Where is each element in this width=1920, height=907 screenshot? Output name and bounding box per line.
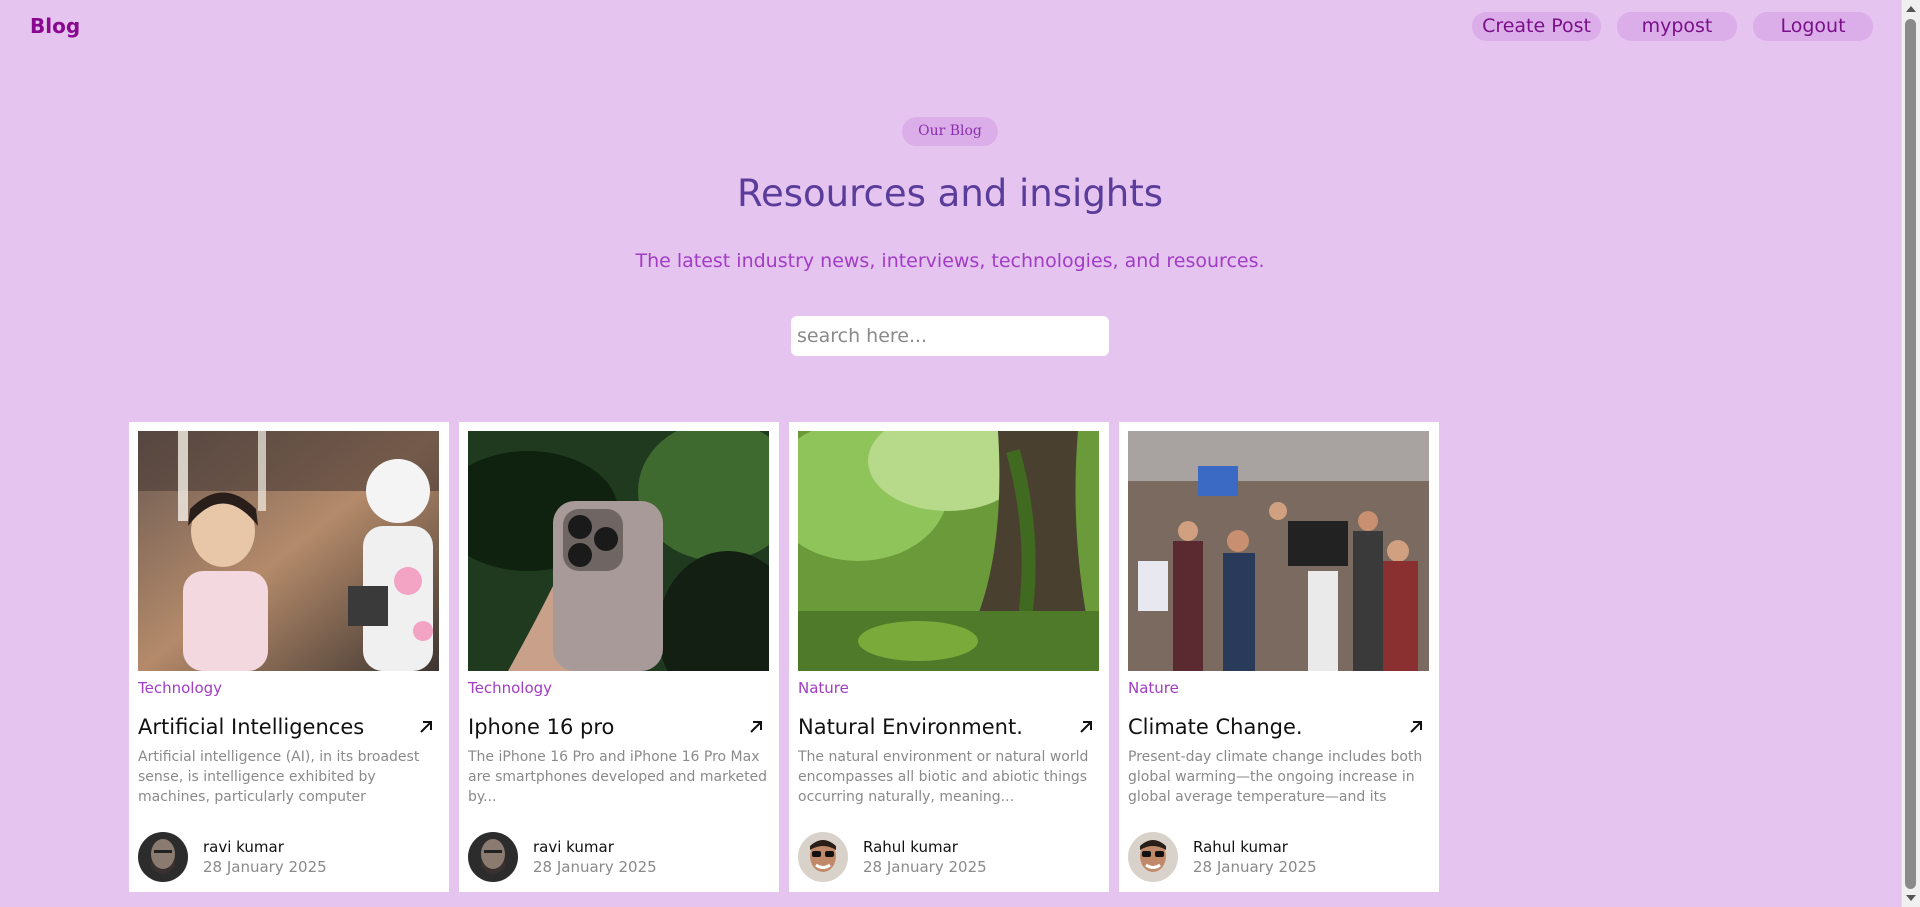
post-category[interactable]: Nature bbox=[1128, 679, 1430, 699]
forest-tree-photo[interactable] bbox=[798, 431, 1099, 671]
arrow-up-right-icon[interactable] bbox=[418, 719, 434, 735]
post-category[interactable]: Technology bbox=[468, 679, 770, 699]
mypost-button[interactable]: mypost bbox=[1617, 12, 1737, 41]
post-description: The natural environment or natural world… bbox=[798, 749, 1089, 805]
climate-protest-photo[interactable] bbox=[1128, 431, 1429, 671]
search-input[interactable] bbox=[791, 316, 1109, 356]
author-name: ravi kumar bbox=[533, 838, 614, 856]
vertical-scrollbar[interactable] bbox=[1901, 0, 1920, 907]
author-meta: ravi kumar 28 January 2025 bbox=[203, 838, 327, 876]
post-title-row: Climate Change. bbox=[1128, 715, 1430, 739]
page-title: Resources and insights bbox=[736, 172, 1164, 215]
sunglasses-man-avatar bbox=[1128, 832, 1178, 882]
post-title-row: Artificial Intelligences bbox=[138, 715, 440, 739]
post-card[interactable]: Technology Iphone 16 pro The iPhone 16 P… bbox=[459, 422, 779, 892]
post-title[interactable]: Artificial Intelligences bbox=[138, 715, 364, 739]
post-date: 28 January 2025 bbox=[203, 858, 327, 876]
author-meta: Rahul kumar 28 January 2025 bbox=[863, 838, 987, 876]
post-title[interactable]: Natural Environment. bbox=[798, 715, 1023, 739]
author-name: ravi kumar bbox=[203, 838, 284, 856]
post-cards: Technology Artificial Intelligences Arti… bbox=[129, 422, 1439, 892]
our-blog-badge: Our Blog bbox=[902, 117, 998, 146]
post-date: 28 January 2025 bbox=[863, 858, 987, 876]
author-name: Rahul kumar bbox=[1193, 838, 1288, 856]
author-row: ravi kumar 28 January 2025 bbox=[468, 832, 657, 882]
bearded-man-avatar bbox=[468, 832, 518, 882]
brand-logo[interactable]: Blog bbox=[30, 14, 80, 38]
post-card[interactable]: Technology Artificial Intelligences Arti… bbox=[129, 422, 449, 892]
author-row: Rahul kumar 28 January 2025 bbox=[1128, 832, 1317, 882]
child-and-robot-photo[interactable] bbox=[138, 431, 439, 671]
scrollbar-thumb[interactable] bbox=[1905, 19, 1916, 889]
post-description: Artificial intelligence (AI), in its bro… bbox=[138, 749, 420, 805]
arrow-up-right-icon[interactable] bbox=[748, 719, 764, 735]
scroll-up-icon[interactable] bbox=[1906, 6, 1916, 12]
arrow-up-right-icon[interactable] bbox=[1078, 719, 1094, 735]
scroll-down-icon[interactable] bbox=[1906, 895, 1916, 901]
post-description: The iPhone 16 Pro and iPhone 16 Pro Max … bbox=[468, 749, 768, 805]
post-category[interactable]: Technology bbox=[138, 679, 440, 699]
create-post-button[interactable]: Create Post bbox=[1472, 12, 1601, 41]
author-meta: ravi kumar 28 January 2025 bbox=[533, 838, 657, 876]
logout-button[interactable]: Logout bbox=[1753, 12, 1873, 41]
author-meta: Rahul kumar 28 January 2025 bbox=[1193, 838, 1317, 876]
post-title[interactable]: Iphone 16 pro bbox=[468, 715, 614, 739]
sunglasses-man-avatar bbox=[798, 832, 848, 882]
author-row: Rahul kumar 28 January 2025 bbox=[798, 832, 987, 882]
post-card[interactable]: Nature Natural Environment. The natural … bbox=[789, 422, 1109, 892]
author-row: ravi kumar 28 January 2025 bbox=[138, 832, 327, 882]
navbar: Blog Create Post mypost Logout bbox=[0, 0, 1900, 54]
post-title-row: Natural Environment. bbox=[798, 715, 1100, 739]
post-card[interactable]: Nature Climate Change. Present-day clima… bbox=[1119, 422, 1439, 892]
bearded-man-avatar bbox=[138, 832, 188, 882]
post-description: Present-day climate change includes both… bbox=[1128, 749, 1423, 805]
author-name: Rahul kumar bbox=[863, 838, 958, 856]
arrow-up-right-icon[interactable] bbox=[1408, 719, 1424, 735]
post-category[interactable]: Nature bbox=[798, 679, 1100, 699]
post-date: 28 January 2025 bbox=[533, 858, 657, 876]
post-title[interactable]: Climate Change. bbox=[1128, 715, 1303, 739]
page-subtitle: The latest industry news, interviews, te… bbox=[635, 250, 1265, 272]
iphone-photo[interactable] bbox=[468, 431, 769, 671]
post-date: 28 January 2025 bbox=[1193, 858, 1317, 876]
post-title-row: Iphone 16 pro bbox=[468, 715, 770, 739]
nav-buttons: Create Post mypost Logout bbox=[1472, 12, 1873, 41]
